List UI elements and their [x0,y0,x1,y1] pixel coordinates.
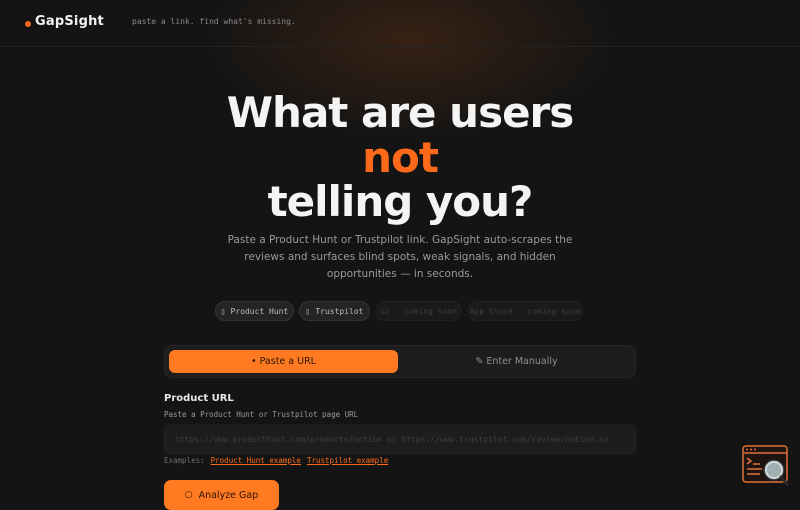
assistant-widget-icon[interactable] [742,445,790,487]
source-pill-label: Trustpilot [315,306,364,316]
examples-row: Examples: Product Hunt example Trustpilot … [164,456,388,465]
source-pill-app-store: App Store · coming soon [467,301,583,321]
enter-manually-tab[interactable]: ✎ Enter Manually [402,350,631,373]
product-url-label: Product URL [164,393,234,404]
product-url-input[interactable] [164,424,636,454]
logo-dot-icon [25,21,31,27]
browser-search-icon [742,445,789,486]
source-pill-product-hunt[interactable]: ▯ Product Hunt [215,301,294,321]
hero-title-line-1: What are users [226,88,575,137]
examples-label: Examples: [164,456,205,465]
source-pill-label: G2 · coming soon [379,306,458,316]
hero-title-line-3: telling you? [267,177,534,226]
tagline: paste a link. find what's missing. [132,17,296,26]
top-bar: GapSight paste a link. find what's missi… [0,0,800,47]
paste-url-tab[interactable]: • Paste a URL [169,350,398,373]
trustpilot-example-link[interactable]: Trustpilot example [307,456,388,465]
source-pill-trustpilot[interactable]: ▯ Trustpilot [299,301,370,321]
hero-subtitle: Paste a Product Hunt or Trustpilot link.… [227,234,573,280]
product-url-hint: Paste a Product Hunt or Trustpilot page … [164,410,359,419]
product-hunt-icon: ▯ [220,306,226,316]
analyze-gap-button[interactable]: ○ Analyze Gap [164,480,279,510]
trustpilot-icon: ▯ [305,306,311,316]
spark-icon: ○ [184,490,193,500]
input-mode-toggle: • Paste a URL ✎ Enter Manually [164,345,636,378]
logo[interactable]: GapSight [35,14,104,29]
analyze-gap-label: Analyze Gap [198,489,259,501]
source-pill-g2: G2 · coming soon [375,301,462,321]
source-pill-label: Product Hunt [230,306,289,316]
hero-title-highlight: not [362,133,439,182]
product-hunt-example-link[interactable]: Product Hunt example [211,456,301,465]
source-pill-label: App Store · coming soon [469,306,581,316]
